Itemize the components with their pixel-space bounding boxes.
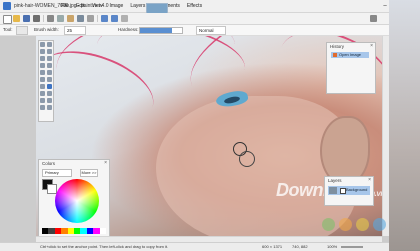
brush-width-label: Brush width: bbox=[34, 27, 59, 32]
paint-bucket-tool-icon[interactable] bbox=[40, 70, 45, 75]
paintbrush-tool-icon[interactable] bbox=[40, 77, 45, 82]
move-tool-icon[interactable] bbox=[47, 42, 52, 47]
more-button[interactable]: More >> bbox=[80, 169, 98, 177]
main-toolbar bbox=[0, 13, 420, 25]
redo-icon[interactable] bbox=[111, 15, 118, 22]
menu-file[interactable]: File bbox=[60, 2, 70, 10]
status-hint: Ctrl+click to set the anchor point. Then… bbox=[40, 244, 169, 249]
gradient-tool-icon[interactable] bbox=[47, 70, 52, 75]
layer-row[interactable]: Background bbox=[328, 186, 370, 195]
zoom-level: 100% bbox=[327, 244, 338, 249]
palette-swatch[interactable] bbox=[99, 228, 107, 234]
move-selection-tool-icon[interactable] bbox=[47, 49, 52, 54]
new-icon[interactable] bbox=[3, 15, 12, 24]
tools-panel bbox=[38, 40, 54, 122]
shapes-tool-icon[interactable] bbox=[47, 98, 52, 103]
decorative-dot bbox=[339, 218, 352, 231]
toolbar-separator bbox=[43, 15, 44, 22]
decorative-dots bbox=[322, 218, 386, 231]
blend-mode-value: Normal bbox=[199, 28, 214, 33]
blend-mode-select[interactable]: Normal bbox=[196, 26, 226, 35]
open-icon[interactable] bbox=[13, 15, 20, 22]
status-bar: Ctrl+click to set the anchor point. Then… bbox=[0, 242, 420, 251]
menu-view[interactable]: View bbox=[91, 2, 104, 10]
decorative-dot bbox=[373, 218, 386, 231]
crop-icon[interactable] bbox=[77, 15, 84, 22]
brush-width-value: 25 bbox=[67, 28, 73, 33]
lasso-tool-icon[interactable] bbox=[40, 49, 45, 54]
ellipse-select-tool-icon[interactable] bbox=[40, 56, 45, 61]
layer-thumbnail bbox=[329, 187, 337, 194]
shape-type-tool-icon[interactable] bbox=[47, 105, 52, 110]
more-button-label: More >> bbox=[81, 170, 97, 175]
history-item[interactable]: Open Image bbox=[331, 52, 369, 58]
zoom-tool-icon[interactable] bbox=[47, 56, 52, 61]
eraser-tool-icon[interactable] bbox=[47, 77, 52, 82]
clone-stamp-tool-icon[interactable] bbox=[16, 26, 28, 35]
clone-stamp-tool-icon[interactable] bbox=[47, 84, 52, 89]
close-icon[interactable]: × bbox=[368, 177, 371, 183]
menu-bar: File Edit View Image Layers Adjustments … bbox=[60, 2, 203, 10]
hardness-slider[interactable] bbox=[139, 27, 183, 34]
tool-options-bar: Tool: Brush width: 25 Hardness: Normal bbox=[0, 25, 420, 36]
color-palette bbox=[42, 228, 107, 234]
rectangle-select-tool-icon[interactable] bbox=[40, 42, 45, 47]
history-panel: History × Open Image bbox=[326, 42, 376, 94]
line-tool-icon[interactable] bbox=[40, 98, 45, 103]
primary-secondary-value: Primary bbox=[45, 170, 59, 175]
close-icon[interactable]: × bbox=[370, 43, 373, 49]
layers-panel-title: Layers bbox=[328, 178, 342, 183]
tool-label: Tool: bbox=[3, 27, 13, 32]
magic-wand-tool-icon[interactable] bbox=[40, 63, 45, 68]
brush-width-field[interactable]: 25 bbox=[64, 26, 86, 35]
menu-edit[interactable]: Edit bbox=[75, 2, 86, 10]
hardness-slider-fill bbox=[140, 28, 172, 33]
history-item-label: Open Image bbox=[339, 52, 362, 57]
pan-tool-icon[interactable] bbox=[47, 63, 52, 68]
grid-icon[interactable] bbox=[121, 15, 128, 22]
image-size: 600 × 1371 bbox=[262, 244, 283, 249]
desktop-background bbox=[389, 0, 420, 251]
save-icon[interactable] bbox=[23, 15, 30, 22]
recolor-tool-icon[interactable] bbox=[40, 91, 45, 96]
pencil-tool-icon[interactable] bbox=[40, 84, 45, 89]
close-icon[interactable]: × bbox=[104, 160, 107, 166]
app-window: pink-hair-WOMEN_7000.jpg - paint.net 4.0… bbox=[0, 0, 420, 251]
settings-icon[interactable] bbox=[370, 15, 377, 22]
menu-effects[interactable]: Effects bbox=[186, 2, 203, 10]
primary-secondary-select[interactable]: Primary bbox=[42, 169, 72, 177]
history-panel-title: History bbox=[330, 44, 345, 49]
clone-brush-cursor bbox=[239, 151, 255, 167]
decorative-dot bbox=[322, 218, 335, 231]
colors-panel: Colors × Primary More >> bbox=[38, 159, 110, 238]
undo-icon[interactable] bbox=[101, 15, 108, 22]
copy-icon[interactable] bbox=[57, 15, 64, 22]
hardness-label: Hardness: bbox=[118, 27, 139, 32]
color-picker-tool-icon[interactable] bbox=[40, 105, 45, 110]
decorative-dot bbox=[356, 218, 369, 231]
paintnet-icon bbox=[3, 2, 11, 10]
layer-name: Background bbox=[346, 187, 368, 192]
deselect-icon[interactable] bbox=[87, 15, 94, 22]
zoom-slider[interactable] bbox=[341, 246, 363, 248]
paste-icon[interactable] bbox=[67, 15, 74, 22]
cursor-position: 740, 882 bbox=[292, 244, 308, 249]
colors-panel-title: Colors bbox=[42, 161, 56, 166]
title-bar: pink-hair-WOMEN_7000.jpg - paint.net 4.0… bbox=[0, 0, 420, 15]
cut-icon[interactable] bbox=[47, 15, 54, 22]
menu-image[interactable]: Image bbox=[108, 2, 124, 10]
open-image-icon bbox=[333, 53, 337, 57]
color-wheel[interactable] bbox=[55, 179, 99, 223]
text-tool-icon[interactable] bbox=[47, 91, 52, 96]
menu-layers[interactable]: Layers bbox=[129, 2, 146, 10]
toolbar-separator bbox=[97, 15, 98, 22]
print-icon[interactable] bbox=[33, 15, 40, 22]
layers-panel: Layers × Background bbox=[324, 176, 374, 206]
